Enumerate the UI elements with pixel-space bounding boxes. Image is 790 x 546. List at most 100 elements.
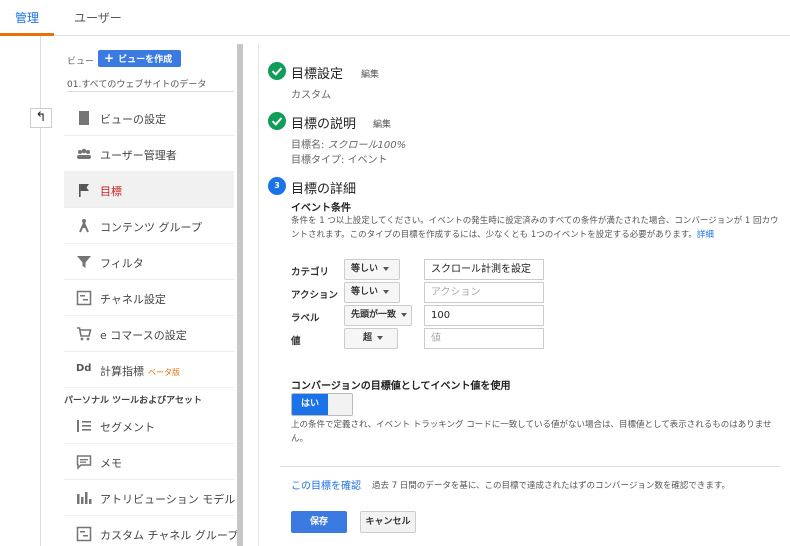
create-view-button[interactable]: + ビューを作成 [98,50,181,67]
label-operator-select[interactable]: 先頭が一致 [344,305,412,326]
goal-type-label: 目標タイプ: [291,155,348,166]
value-value-input[interactable]: 値 [424,328,544,349]
sidebar-item-calculated-metrics[interactable]: Dd 計算指標 ベータ版 [64,352,234,388]
use-event-value-toggle[interactable]: はい [291,393,353,416]
sidebar-item-label: コンテンツ グループ [100,221,202,234]
action-value-input[interactable]: アクション [424,282,544,303]
sidebar-item-user-management[interactable]: ユーザー管理者 [64,136,234,172]
view-label: ビュー [67,57,95,67]
goal-name-label: 目標名: [291,140,328,151]
sidebar-item-channel-settings[interactable]: チャネル設定 [64,280,234,316]
funnel-icon [77,256,91,268]
sidebar-item-content-groups[interactable]: コンテンツ グループ [64,208,234,244]
step1-title: 目標設定 [291,67,344,82]
plus-icon: + [104,51,115,65]
create-view-label: ビューを作成 [118,55,173,65]
sidebar-menu: ビューの設定 ユーザー管理者 目標 コンテンツ グループ フィルタ チャネル設定… [64,100,238,546]
channel-icon [76,290,92,306]
goal-type-line: 目標タイプ: イベント [291,151,388,166]
beta-badge: ベータ版 [148,368,180,377]
view-name-underline [67,91,234,92]
sidebar-item-label: アトリビューション モデル [100,493,236,506]
view-name[interactable]: 01.すべてのウェブサイトのデータ [67,77,206,90]
sidebar-item-label: ユーザー管理者 [100,149,177,162]
sidebar-item-label: 計算指標 [100,365,144,378]
step1-check-icon [268,62,286,80]
sidebar-item-label: フィルタ [100,257,144,270]
action-label: アクション [291,290,339,301]
step2-check-icon [268,112,286,130]
sidebar-item-memos[interactable]: メモ [64,444,234,480]
sidebar-item-label: カスタム チャネル グループ [100,529,239,542]
event-conditions-description: 条件を 1 つ以上設定してください。イベントの発生時に設定済みのすべての条件が満… [291,214,781,242]
sidebar-item-label: 目標 [100,185,122,198]
arrow-back-icon: ↰ [35,110,47,125]
label-value-input[interactable]: 100 [424,305,544,326]
dd-icon: Dd [76,363,92,374]
verify-goal-description: 過去 7 日間のデータを基に、この目標で達成されたはずのコンバージョン数を確認で… [372,481,731,491]
use-event-value-heading: コンバージョンの目標値としてイベント値を使用 [291,381,511,392]
sidebar-item-label-wrap: 計算指標 ベータ版 [100,363,180,379]
people-icon [77,148,91,159]
step1-value: カスタム [291,90,331,101]
value-operator-select[interactable]: 超 [344,328,398,349]
toggle-knob [328,394,352,415]
step3-number-badge: 3 [268,177,286,195]
step2-edit-link[interactable]: 編集 [373,117,391,130]
tab-user[interactable]: ユーザー [74,9,122,26]
goal-name-line: 目標名: スクロール100% [291,136,406,151]
value-label: 値 [291,336,301,347]
use-event-value-description: 上の条件で定義され、イベント トラッキング コードに一致している値がない場合は、… [291,420,772,444]
toggle-on-label: はい [292,394,328,415]
channel-group-icon [76,526,92,542]
save-button[interactable]: 保存 [291,511,347,533]
sidebar-item-label: チャネル設定 [100,293,166,306]
sidebar-item-label: メモ [100,457,122,470]
sidebar-scrollbar[interactable] [237,44,243,546]
top-tab-bar: 管理 ユーザー [0,0,790,36]
category-value-input[interactable]: スクロール計測を設定 [424,259,544,280]
event-conditions-heading: イベント条件 [291,203,351,214]
chevron-down-icon [383,266,390,271]
verify-goal-link[interactable]: この目標を確認 [291,477,361,492]
flag-icon [79,184,89,197]
sidebar-item-label: セグメント [100,421,155,434]
tab-admin[interactable]: 管理 [15,9,39,26]
sidebar-item-view-settings[interactable]: ビューの設定 [64,100,234,136]
category-operator-select[interactable]: 等しい [344,259,400,280]
back-button[interactable]: ↰ [30,108,52,128]
sidebar-item-segments[interactable]: セグメント [64,408,234,444]
category-operator-value: 等しい [351,264,379,274]
label-operator-value: 先頭が一致 [351,310,397,320]
action-operator-value: 等しい [351,287,379,297]
chevron-down-icon [401,312,408,317]
cancel-button[interactable]: キャンセル [360,511,416,533]
details-link[interactable]: 詳細 [697,230,714,240]
goal-name-value: スクロール100% [327,140,407,151]
goal-type-value: イベント [347,155,388,166]
sidebar-item-label: e コマースの設定 [100,329,187,342]
sidebar-item-label: ビューの設定 [100,113,166,126]
value-operator-value: 超 [363,333,373,343]
bar-chart-icon [77,492,92,504]
section-divider [280,466,780,467]
sidebar-item-filters[interactable]: フィルタ [64,244,234,280]
cart-icon [77,327,92,341]
sidebar-item-custom-channel-groups[interactable]: カスタム チャネル グループ [64,516,238,546]
sidebar-item-attribution-models[interactable]: アトリビューション モデル [64,480,236,516]
label-label: ラベル [291,313,320,324]
chevron-down-icon [383,289,390,294]
sidebar-item-ecommerce-settings[interactable]: e コマースの設定 [64,316,234,352]
chevron-down-icon [377,335,384,340]
step2-title: 目標の説明 [291,117,357,132]
category-label: カテゴリ [291,267,330,278]
step3-title: 目標の詳細 [291,182,357,197]
personal-tools-heading: パーソナル ツールおよびアセット [64,396,202,406]
step1-edit-link[interactable]: 編集 [361,67,379,80]
person-walk-icon [79,219,89,233]
segment-icon [77,420,91,432]
active-tab-indicator [0,33,54,36]
sidebar-item-goals[interactable]: 目標 [64,172,234,208]
document-icon [79,111,89,125]
action-operator-select[interactable]: 等しい [344,282,400,303]
